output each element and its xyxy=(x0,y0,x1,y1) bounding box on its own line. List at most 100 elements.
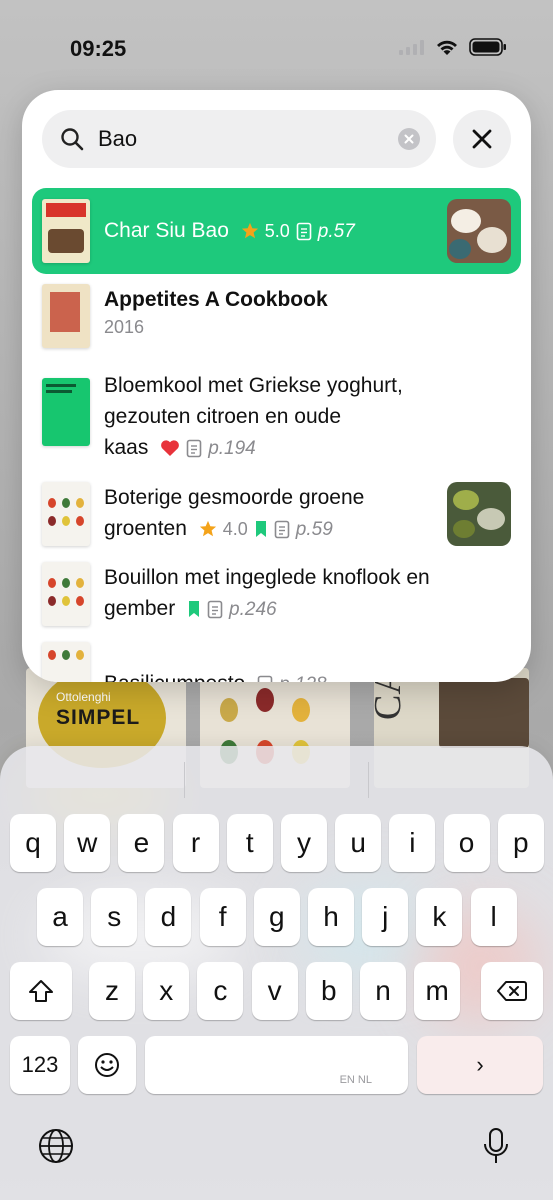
globe-icon[interactable] xyxy=(36,1126,76,1166)
key-l[interactable]: l xyxy=(470,888,517,946)
list-item[interactable]: Bouillon met ingeglede knoflook en gembe… xyxy=(22,561,531,626)
book-cover-groenten xyxy=(42,481,90,546)
recipe-title: Basilicumpesto xyxy=(104,672,245,682)
clear-circle-icon[interactable] xyxy=(398,128,420,150)
recipe-photo xyxy=(447,199,511,263)
list-item[interactable]: Boterige gesmoorde groene groenten 4.0 p… xyxy=(22,481,531,546)
page-icon xyxy=(257,675,273,682)
wifi-icon xyxy=(437,40,457,55)
key-y[interactable]: y xyxy=(281,814,327,872)
recipe-title-line: Bloemkool met Griekse yoghurt, xyxy=(104,374,403,397)
search-field[interactable] xyxy=(42,110,436,168)
key-c[interactable]: c xyxy=(197,962,244,1020)
status-icons xyxy=(399,38,507,56)
list-item[interactable]: Char Siu Bao 5.0 p.57 xyxy=(32,188,521,274)
search-row xyxy=(42,110,511,168)
page-icon xyxy=(186,439,202,458)
page-icon xyxy=(274,520,290,539)
key-u[interactable]: u xyxy=(335,814,382,872)
rating-value: 5.0 xyxy=(264,220,290,241)
microphone-icon[interactable] xyxy=(476,1126,516,1166)
key-f[interactable]: f xyxy=(199,888,246,946)
key-t[interactable]: t xyxy=(226,814,273,872)
cellular-signal-icon xyxy=(399,40,424,55)
recipe-title-line: groenten xyxy=(104,516,187,540)
page-number: p.194 xyxy=(208,437,256,459)
book-year: 2016 xyxy=(104,317,145,337)
recipe-title-line: gezouten citroen en oude xyxy=(104,405,342,428)
suggestion-divider xyxy=(184,762,185,798)
key-o[interactable]: o xyxy=(443,814,490,872)
book-title: SIMPEL xyxy=(56,706,141,729)
key-k[interactable]: k xyxy=(416,888,463,946)
key-m[interactable]: m xyxy=(414,962,461,1020)
key-s[interactable]: s xyxy=(91,888,138,946)
star-icon xyxy=(241,223,258,239)
key-b[interactable]: b xyxy=(305,962,352,1020)
emoji-key[interactable] xyxy=(78,1036,136,1094)
key-n[interactable]: n xyxy=(360,962,406,1020)
rating-value: 4.0 xyxy=(222,518,248,539)
search-panel: Char Siu Bao 5.0 p.57 Appetites A Cook xyxy=(22,90,531,682)
status-bar: 09:25 xyxy=(0,0,553,90)
key-w[interactable]: w xyxy=(64,814,111,872)
results-list: Char Siu Bao 5.0 p.57 Appetites A Cookbo… xyxy=(22,188,531,682)
suggestion-divider xyxy=(368,762,369,798)
page-icon xyxy=(207,600,223,619)
page-number: p.59 xyxy=(295,518,333,540)
recipe-title-line: gember xyxy=(104,596,176,620)
key-j[interactable]: j xyxy=(362,888,409,946)
key-d[interactable]: d xyxy=(145,888,192,946)
key-x[interactable]: x xyxy=(143,962,190,1020)
delete-icon xyxy=(497,981,527,1001)
key-p[interactable]: p xyxy=(497,814,544,872)
list-item[interactable]: Appetites A Cookbook 2016 xyxy=(22,284,531,348)
key-r[interactable]: r xyxy=(172,814,219,872)
return-glyph: › xyxy=(476,1052,484,1077)
page-icon xyxy=(296,222,312,241)
recipe-title-line: Bouillon met ingeglede knoflook en xyxy=(104,565,430,589)
book-cover-appetites xyxy=(42,284,90,348)
book-cover-shortlist xyxy=(42,378,90,446)
page-number: p.128 xyxy=(279,669,327,682)
keyboard: qwertyuiop asdfghjkl zxcvbnm 123 EN NL › xyxy=(0,746,553,1200)
close-icon xyxy=(472,129,492,149)
search-input[interactable] xyxy=(98,122,378,156)
key-e[interactable]: e xyxy=(118,814,165,872)
close-button[interactable] xyxy=(453,110,511,168)
return-key[interactable]: › xyxy=(417,1036,543,1094)
recipe-photo xyxy=(447,481,511,546)
key-h[interactable]: h xyxy=(308,888,354,946)
battery-icon xyxy=(469,38,506,56)
numbers-key[interactable]: 123 xyxy=(10,1036,70,1094)
star-icon xyxy=(199,521,216,537)
key-g[interactable]: g xyxy=(253,888,300,946)
key-v[interactable]: v xyxy=(251,962,298,1020)
space-bar[interactable]: EN NL xyxy=(145,1036,408,1094)
book-cover-groenten xyxy=(42,561,90,626)
shift-key[interactable] xyxy=(10,962,72,1020)
book-cover-dimsum xyxy=(42,199,90,263)
list-item[interactable]: Bloemkool met Griekse yoghurt, gezouten … xyxy=(22,370,531,464)
language-label: EN NL xyxy=(339,1074,372,1086)
recipe-title: Char Siu Bao xyxy=(104,219,229,243)
delete-key[interactable] xyxy=(481,962,543,1020)
bookmark-icon xyxy=(255,521,266,538)
emoji-icon xyxy=(95,1053,119,1077)
bookmark-icon xyxy=(189,601,200,618)
recipe-title-line: Boterige gesmoorde groene xyxy=(104,485,365,509)
page-number: p.246 xyxy=(229,598,277,620)
list-item[interactable]: Basilicumpesto p.128 xyxy=(22,641,531,682)
key-a[interactable]: a xyxy=(37,888,83,946)
key-q[interactable]: q xyxy=(10,814,56,872)
key-z[interactable]: z xyxy=(89,962,135,1020)
status-time: 09:25 xyxy=(70,36,127,61)
book-author: Ottolenghi xyxy=(56,690,111,704)
search-icon xyxy=(61,128,84,151)
key-i[interactable]: i xyxy=(389,814,436,872)
recipe-title-line: kaas xyxy=(104,436,149,459)
book-cover-groenten xyxy=(42,641,90,682)
book-title: Appetites A Cookbook xyxy=(104,288,328,311)
shift-icon xyxy=(29,980,53,1002)
numbers-key-label: 123 xyxy=(21,1052,59,1077)
